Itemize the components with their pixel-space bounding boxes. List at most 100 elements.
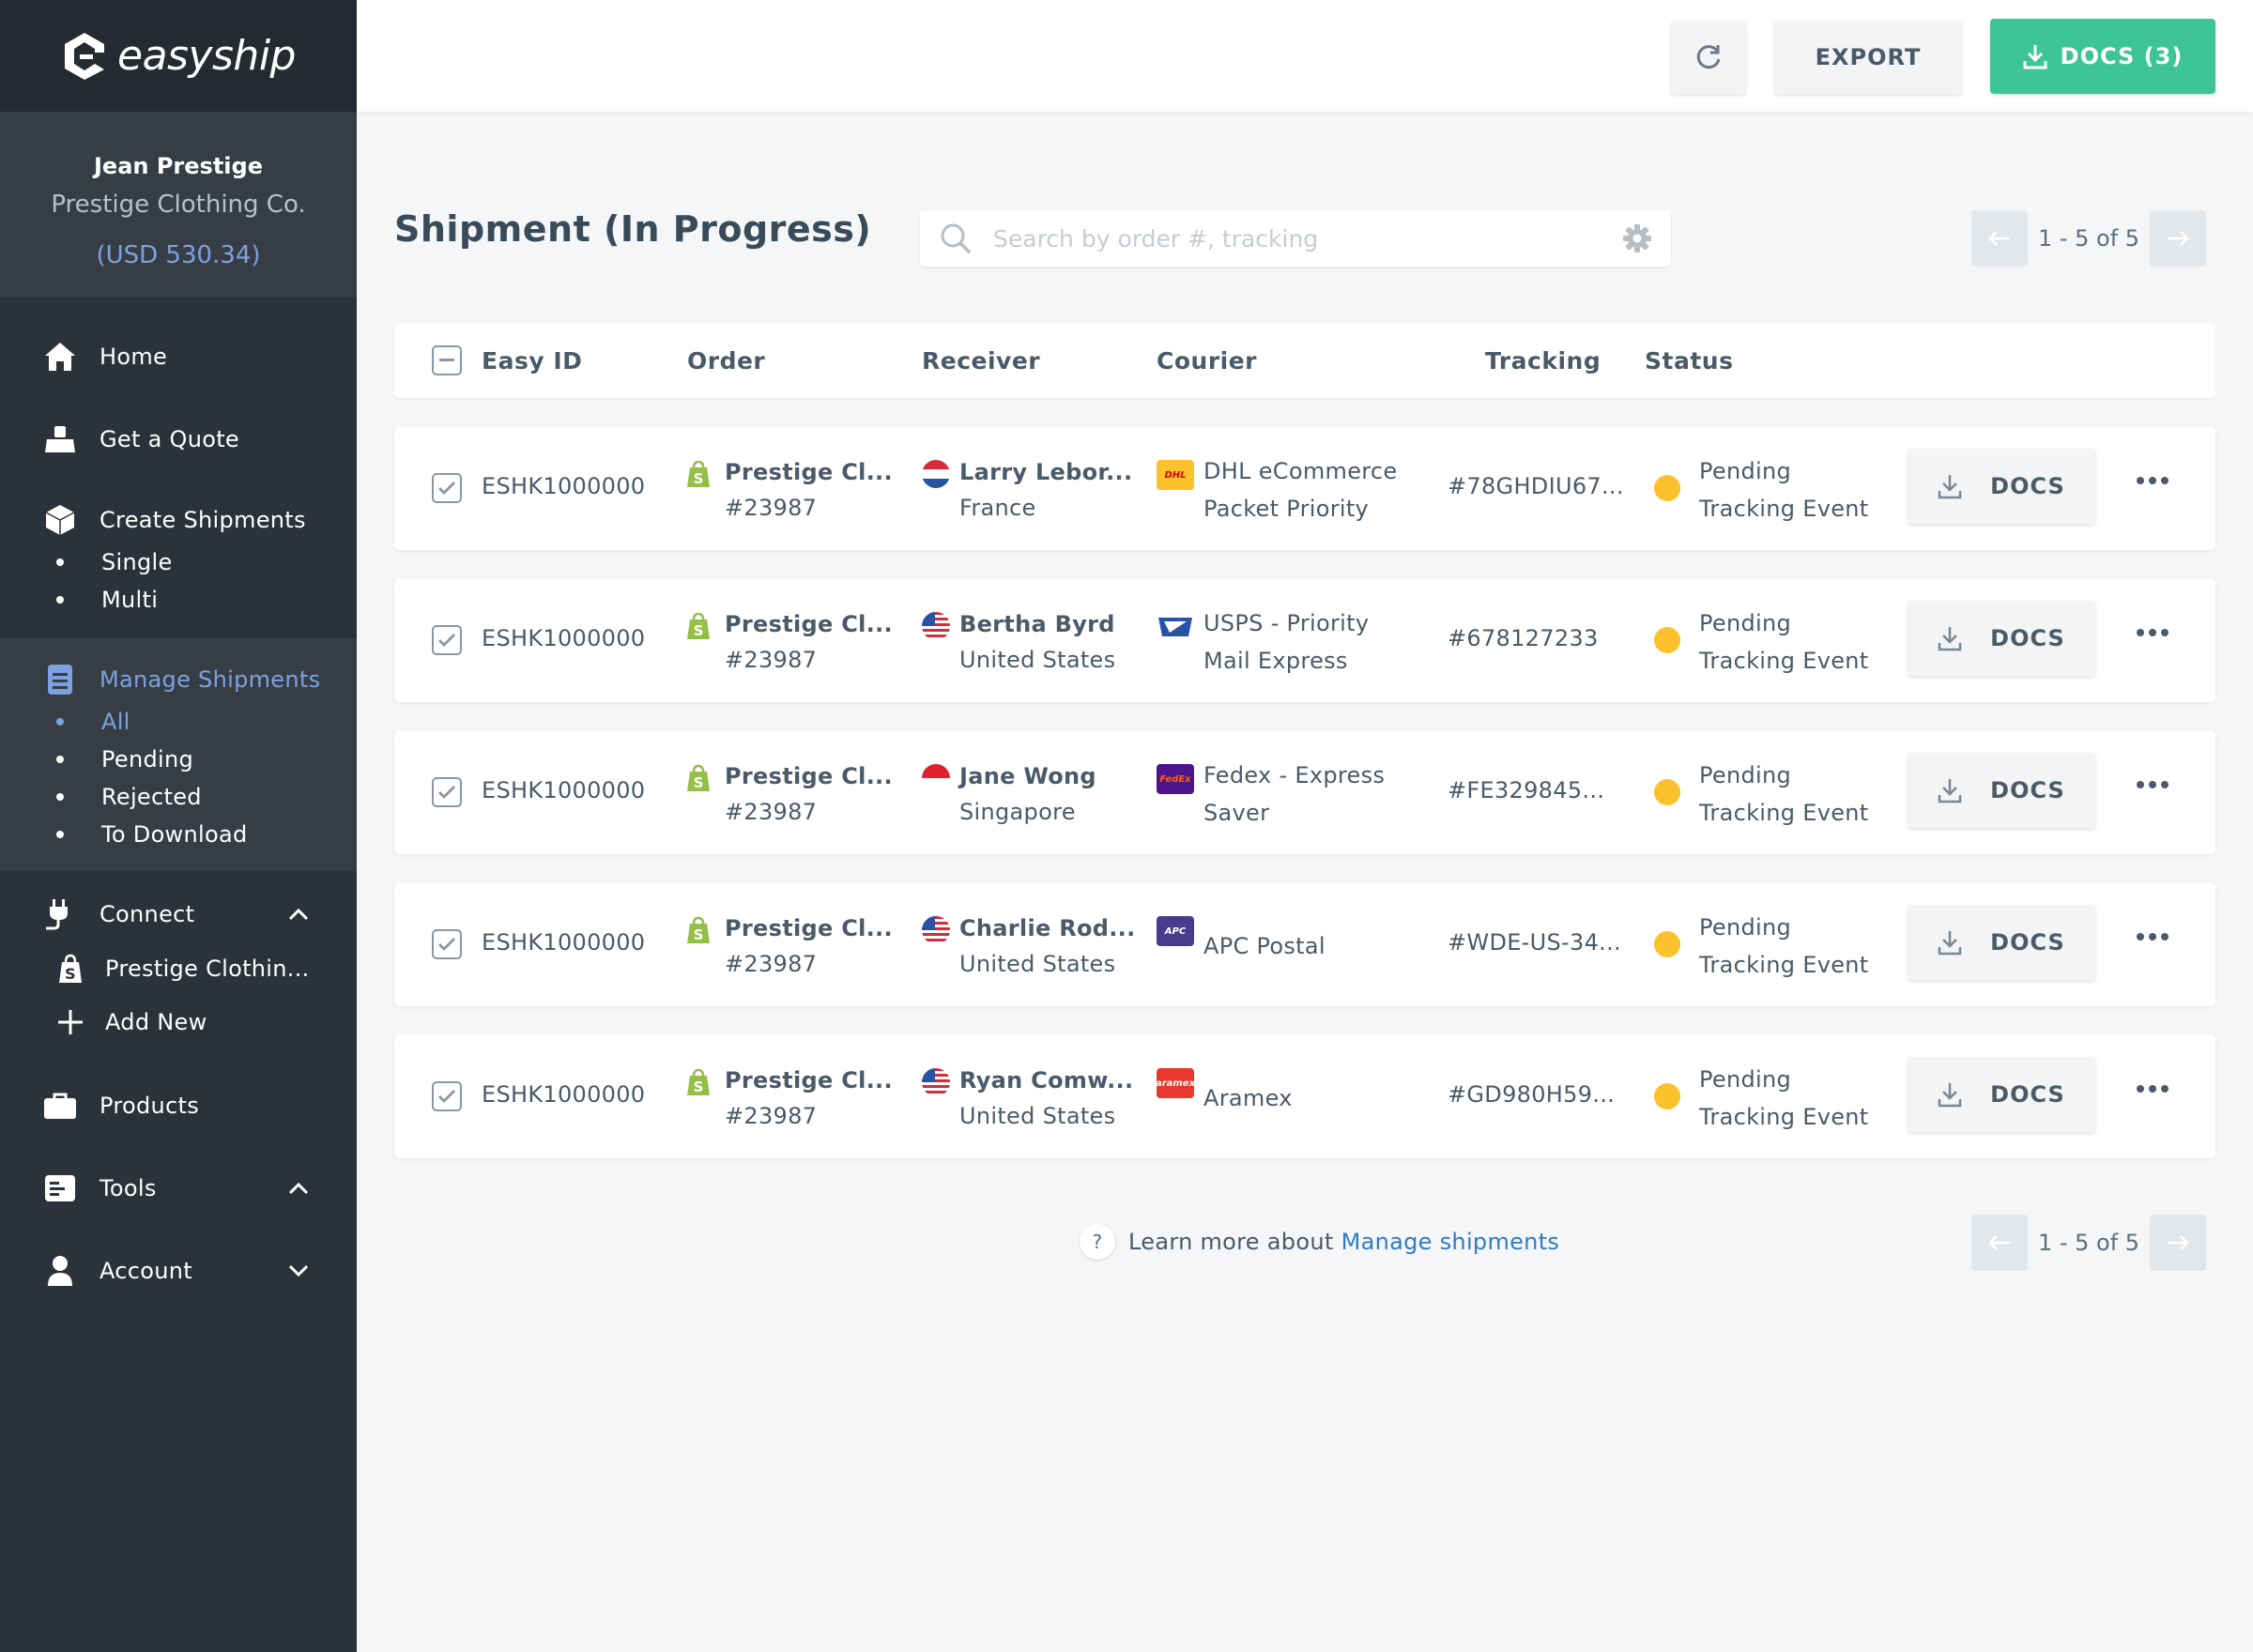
status-cell: Pending Tracking Event [1699, 909, 1869, 984]
sidebar-item-tools[interactable]: Tools [0, 1160, 357, 1216]
receiver-cell: Charlie Rod... United States [959, 910, 1136, 982]
help-link-area: ? Learn more about Manage shipments [1080, 1224, 1559, 1260]
row-checkbox[interactable] [432, 929, 462, 959]
courier-logo-text: DHL [1164, 469, 1187, 481]
account-balance[interactable]: (USD 530.34) [0, 241, 357, 269]
col-status[interactable]: Status [1645, 347, 1733, 375]
sidebar-subitem-store[interactable]: S Prestige Clothin... [56, 954, 310, 984]
chevron-up-icon[interactable] [287, 1177, 310, 1200]
courier-logo-text: FedEx [1159, 773, 1191, 785]
sidebar-item-quote[interactable]: Get a Quote [0, 411, 357, 467]
docs-label: DOCS (3) [2060, 43, 2184, 69]
prev-page-button[interactable] [1971, 210, 2028, 267]
sidebar-subitem-rejected[interactable]: Rejected [56, 784, 202, 810]
person-icon [43, 1254, 77, 1288]
col-easy-id[interactable]: Easy ID [482, 347, 582, 375]
sidebar-subitem-to-download[interactable]: To Download [56, 821, 248, 848]
sidebar-item-manage-shipments[interactable]: Manage Shipments [0, 651, 357, 708]
help-icon[interactable]: ? [1080, 1224, 1115, 1260]
more-icon[interactable] [2137, 781, 2169, 788]
order-store: Prestige Cl... [725, 763, 893, 789]
export-label: EXPORT [1815, 44, 1922, 70]
check-icon [438, 482, 455, 495]
status-detail: Tracking Event [1699, 800, 1869, 826]
logo[interactable]: easyship [0, 0, 357, 112]
easy-id[interactable]: ESHK1000000 [482, 777, 645, 803]
row-checkbox[interactable] [432, 473, 462, 503]
next-page-button[interactable] [2150, 210, 2206, 267]
sidebar-subitem-pending[interactable]: Pending [56, 746, 193, 772]
prev-page-button[interactable] [1971, 1215, 2028, 1271]
sidebar-item-label: Create Shipments [100, 507, 306, 533]
row-checkbox[interactable] [432, 777, 462, 807]
flag-sg-icon [922, 764, 950, 792]
more-icon[interactable] [2137, 477, 2169, 484]
plus-icon [58, 1010, 83, 1034]
tracking-number[interactable]: #WDE-US-34... [1448, 929, 1621, 956]
pagination-bottom: 1 - 5 of 5 [1971, 1215, 2206, 1271]
sidebar-subitem-multi[interactable]: Multi [56, 587, 158, 613]
receiver-cell: Ryan Comw... United States [959, 1063, 1133, 1134]
receiver-country: United States [959, 647, 1116, 673]
more-icon[interactable] [2137, 1085, 2169, 1093]
table-row[interactable]: ESHK1000000 S Prestige Cl... #23987 Charlie … [394, 882, 2215, 1006]
refresh-button[interactable] [1671, 21, 1746, 94]
sidebar-item-account[interactable]: Account [0, 1243, 357, 1299]
table-row[interactable]: ESHK1000000 S Prestige Cl... #23987 Ryan Com… [394, 1034, 2215, 1158]
courier-service: Saver [1203, 800, 1270, 826]
more-icon[interactable] [2137, 629, 2169, 636]
gear-icon[interactable] [1622, 223, 1652, 253]
table-row[interactable]: ESHK1000000 S Prestige Cl... #23987 Bertha B… [394, 578, 2215, 702]
status-cell: Pending Tracking Event [1699, 452, 1869, 528]
select-all-checkbox[interactable] [432, 345, 462, 375]
search-input[interactable] [993, 224, 1594, 252]
row-docs-button[interactable]: DOCS [1908, 601, 2095, 676]
col-tracking[interactable]: Tracking [1485, 347, 1601, 375]
tracking-number[interactable]: #78GHDIU67... [1448, 473, 1624, 499]
sidebar-item-home[interactable]: Home [0, 329, 357, 385]
order-number: #23987 [725, 647, 818, 673]
easy-id[interactable]: ESHK1000000 [482, 625, 645, 651]
bullet [56, 831, 64, 838]
tracking-number[interactable]: #678127233 [1448, 625, 1599, 651]
easy-id[interactable]: ESHK1000000 [482, 929, 645, 956]
sidebar-item-products[interactable]: Products [0, 1078, 357, 1134]
row-checkbox[interactable] [432, 1081, 462, 1111]
tracking-number[interactable]: #GD980H59... [1448, 1081, 1615, 1108]
row-checkbox[interactable] [432, 625, 462, 655]
sidebar-subitem-single[interactable]: Single [56, 549, 173, 575]
easy-id[interactable]: ESHK1000000 [482, 1081, 645, 1108]
courier-service: Mail Express [1203, 648, 1348, 674]
manage-shipments-link[interactable]: Manage shipments [1341, 1229, 1560, 1255]
status-text: Pending [1699, 1066, 1792, 1093]
sidebar-subitem-all[interactable]: All [56, 709, 130, 735]
sidebar-item-connect[interactable]: Connect [0, 886, 357, 942]
sidebar-item-label: Products [100, 1093, 200, 1119]
col-order[interactable]: Order [687, 347, 765, 375]
page-title: Shipment (In Progress) [394, 208, 872, 250]
tracking-number[interactable]: #FE329845... [1448, 777, 1604, 803]
sidebar-subitem-add-new[interactable]: Add New [56, 1008, 207, 1036]
col-receiver[interactable]: Receiver [922, 347, 1040, 375]
user-company: Prestige Clothing Co. [51, 191, 306, 219]
row-docs-button[interactable]: DOCS [1908, 1057, 2095, 1132]
table-row[interactable]: ESHK1000000 S Prestige Cl... #23987 Larry Le… [394, 426, 2215, 550]
row-docs-button[interactable]: DOCS [1908, 753, 2095, 828]
chevron-down-icon[interactable] [287, 1260, 310, 1282]
sidebar-item-label: Account [100, 1258, 193, 1284]
chevron-up-icon[interactable] [287, 903, 310, 925]
check-icon [438, 938, 455, 951]
row-docs-button[interactable]: DOCS [1908, 905, 2095, 980]
col-courier[interactable]: Courier [1157, 347, 1257, 375]
sidebar-item-label: Tools [100, 1175, 157, 1201]
order-store: Prestige Cl... [725, 459, 893, 485]
sidebar-item-create-shipments[interactable]: Create Shipments [0, 492, 357, 548]
next-page-button[interactable] [2150, 1215, 2206, 1271]
export-button[interactable]: EXPORT [1774, 21, 1962, 94]
download-docs-button[interactable]: DOCS (3) [1990, 19, 2215, 94]
easy-id[interactable]: ESHK1000000 [482, 473, 645, 499]
more-icon[interactable] [2137, 933, 2169, 941]
refresh-icon [1696, 45, 1721, 69]
row-docs-button[interactable]: DOCS [1908, 449, 2095, 524]
table-row[interactable]: ESHK1000000 S Prestige Cl... #23987 Jane Won… [394, 730, 2215, 854]
